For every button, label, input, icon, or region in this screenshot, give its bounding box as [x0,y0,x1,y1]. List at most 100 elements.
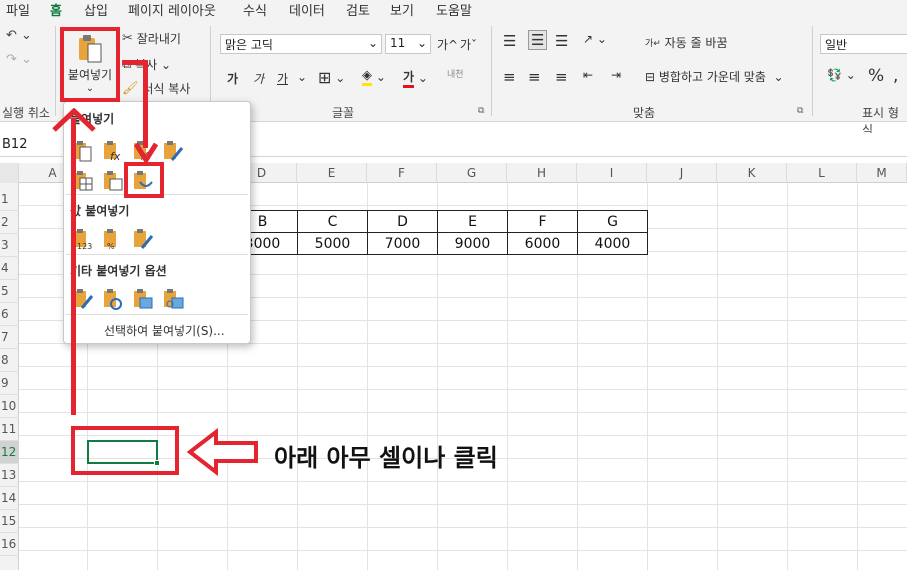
paste-picture-icon[interactable] [132,288,154,310]
dialog-launcher-icon[interactable]: ⧉ [478,106,484,116]
row-header[interactable]: 3 [0,234,19,257]
wrap-text-button[interactable]: 가↵ 자동 줄 바꿈 [645,34,728,51]
select-all-corner[interactable] [0,163,19,183]
row-header[interactable]: 14 [0,487,19,510]
table-header-cell[interactable]: G [577,210,648,233]
table-header-cell[interactable]: D [367,210,438,233]
column-header[interactable]: J [647,163,717,183]
menu-insert[interactable]: 삽입 [84,0,108,19]
paste-values-source-format-icon[interactable] [132,228,154,250]
row-header[interactable]: 15 [0,510,19,533]
bold-button[interactable]: 가 [227,70,238,87]
row-header[interactable]: 6 [0,303,19,326]
column-header[interactable]: K [717,163,787,183]
dialog-launcher-icon[interactable]: ⧉ [797,106,803,116]
row-header[interactable]: 11 [0,418,19,441]
row-header[interactable]: 12 [0,441,19,464]
table-value-cell[interactable]: 4000 [577,232,648,255]
redo-button[interactable]: ↷ ⌄ [6,52,32,67]
paste-highlight-box [60,27,120,102]
currency-button[interactable]: 💱 ⌄ [827,68,856,82]
row-header[interactable]: 7 [0,326,19,349]
align-middle-button[interactable]: ☰ [528,30,548,50]
align-bottom-button[interactable]: ☰ [555,32,568,50]
paste-link-icon[interactable] [102,288,124,310]
font-shrink-button[interactable]: 가ˇ [460,36,477,53]
table-value-cell[interactable]: 6000 [507,232,578,255]
orientation-button[interactable]: ↗ ⌄ [583,32,607,46]
font-name-select[interactable]: 맑은 고딕 ⌄ [220,34,382,54]
row-header[interactable]: 16 [0,533,19,556]
font-color-icon: 가 [403,68,415,88]
menu-file[interactable]: 파일 [6,0,30,19]
column-header[interactable]: G [437,163,507,183]
undo-button[interactable]: ↶ ⌄ [6,28,32,43]
italic-button[interactable]: 가 [253,70,264,87]
paste-formulas-icon[interactable]: fx [102,140,124,162]
menu-formulas[interactable]: 수식 [243,0,267,19]
table-header-cell[interactable]: F [507,210,578,233]
font-color-button[interactable]: 가 ⌄ [403,68,428,88]
percent-button[interactable]: % [868,66,884,86]
table-value-cell[interactable]: 9000 [437,232,508,255]
border-icon: ⊞ [318,68,332,87]
menu-help[interactable]: 도움말 [436,0,472,19]
underline-button[interactable]: 가 [277,70,288,87]
paste-keep-width-icon[interactable] [102,170,124,192]
align-top-button[interactable]: ☰ [503,32,516,50]
row-header[interactable]: 10 [0,395,19,418]
font-grow-button[interactable]: 가^ [437,36,458,53]
wrap-text-icon: 가↵ [645,39,661,49]
menu-data[interactable]: 데이터 [289,0,325,19]
table-header-cell[interactable]: E [437,210,508,233]
column-header[interactable]: F [367,163,437,183]
row-header[interactable]: 9 [0,372,19,395]
row-header[interactable]: 8 [0,349,19,372]
paste-keep-formatting-icon[interactable] [162,140,184,162]
row-header[interactable]: 13 [0,464,19,487]
number-format-select[interactable]: 일반 [820,34,907,54]
fill-color-button[interactable]: ◈ ⌄ [362,68,386,86]
underline-dropdown[interactable]: ⌄ [297,70,307,84]
column-header[interactable]: I [577,163,647,183]
name-box[interactable]: B12 [2,137,27,152]
comma-button[interactable]: , [893,66,898,86]
number-format-value: 일반 [825,38,848,52]
align-top-icon: ☰ [503,32,517,50]
column-header[interactable]: M [857,163,907,183]
menu-review[interactable]: 검토 [346,0,370,19]
menu-view[interactable]: 보기 [390,0,414,19]
outdent-icon: ⇤ [583,68,594,82]
table-value-cell[interactable]: 7000 [367,232,438,255]
table-value-cell[interactable]: 5000 [297,232,368,255]
align-bottom-icon: ☰ [555,32,569,50]
cut-button[interactable]: ✂ 잘라내기 [122,30,181,47]
font-size-select[interactable]: 11 ⌄ [385,34,431,54]
align-right-button[interactable]: ≡ [555,68,568,86]
paste-linked-picture-icon[interactable] [162,288,184,310]
table-header-cell[interactable]: C [297,210,368,233]
row-header[interactable]: 5 [0,280,19,303]
merge-center-button[interactable]: ⊟ 병합하고 가운데 맞춤 ⌄ [645,68,784,85]
increase-indent-button[interactable]: ⇥ [611,68,621,82]
column-header[interactable]: H [507,163,577,183]
border-button[interactable]: ⊞ ⌄ [318,68,345,87]
align-left-button[interactable]: ≡ [503,68,516,86]
format-painter-button[interactable]: 🖌 서식 복사 [122,80,190,97]
phonetic-button[interactable]: 내천 [447,67,464,80]
align-left-icon: ≡ [503,68,516,86]
menu-page-layout[interactable]: 페이지 레이아웃 [128,0,216,19]
chevron-down-icon: ⌄ [367,36,378,50]
row-header-column: 1 2 3 4 5 6 7 8 9 10 11 12 13 14 15 16 [0,183,19,570]
column-header[interactable]: L [787,163,857,183]
column-header[interactable]: E [297,163,367,183]
row-header[interactable]: 4 [0,257,19,280]
row-header[interactable]: 2 [0,211,19,234]
paste-values-number-format-icon[interactable]: % [102,228,124,250]
font-group-label: 글꼴 [332,106,355,120]
paste-special-item[interactable]: 선택하여 붙여넣기(S)... [104,322,225,339]
decrease-indent-button[interactable]: ⇤ [583,68,593,82]
paint-bucket-icon: ◈ [362,68,372,86]
align-center-button[interactable]: ≡ [528,68,541,86]
row-header[interactable]: 1 [0,188,19,211]
